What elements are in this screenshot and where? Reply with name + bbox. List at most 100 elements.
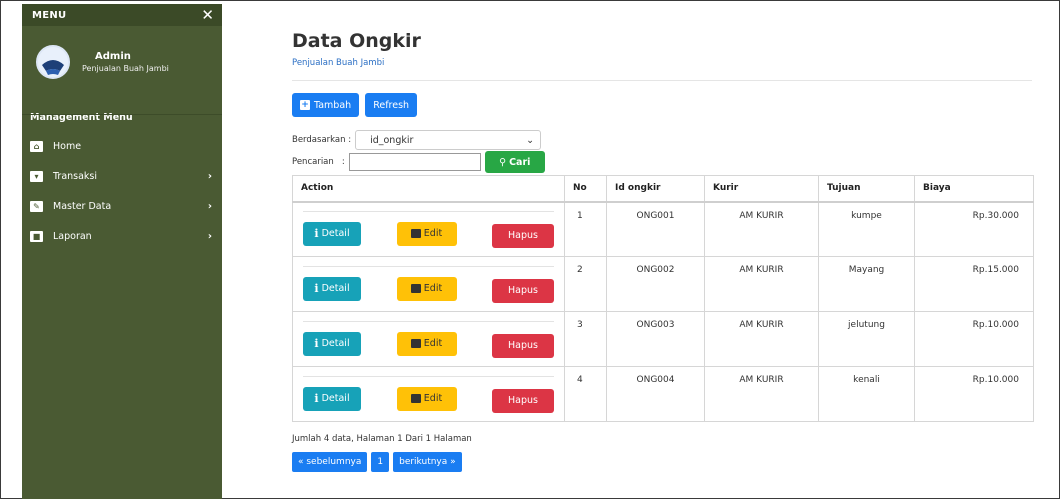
edit-button[interactable]: Edit [396,221,457,246]
search-icon: ⚲ [499,156,507,168]
sidebar-item-laporan[interactable]: ■ Laporan › [22,221,222,251]
detail-label: Detail [321,338,350,349]
info-icon: i [314,282,319,295]
edit-icon [410,339,421,348]
edit-label: Edit [423,393,443,404]
filter-by-select[interactable]: id_ongkir ⌄ [355,130,542,150]
table-row: i Detail Edit Hapus 3 ONG003 AM KURIR jel… [292,311,1034,367]
detail-button[interactable]: i Detail [303,386,361,411]
detail-label: Detail [321,283,350,294]
edit-button[interactable]: Edit [396,331,457,356]
search-input[interactable] [348,153,481,171]
edit-icon [410,229,421,239]
user-panel: Admin Penjualan Buah Jambi [22,26,222,94]
table-header-row: Action No Id ongkir Kurir Tujuan Biaya [292,175,1034,203]
edit-button[interactable]: Edit [396,386,457,411]
cell-tujuan: Mayang [818,256,915,312]
table-row: i Detail Edit Hapus 4 ONG004 AM KURIR ken… [292,366,1034,422]
edit-label: Edit [423,228,443,240]
delete-button[interactable]: Hapus [492,388,554,413]
header-no: No [564,175,607,203]
cell-id: ONG001 [606,201,705,257]
pagination-summary: Jumlah 4 data, Halaman 1 Dari 1 Halaman [292,434,472,444]
edit-label: Edit [423,283,443,294]
detail-label: Detail [321,228,350,240]
search-button-label: Cari [509,156,531,168]
cell-id: ONG002 [606,256,705,312]
sidebar: MENU ✕ Admin Penjualan Buah Jambi Manage… [22,4,222,499]
cell-no: 2 [564,256,607,312]
edit-label: Edit [423,338,443,349]
edit-icon: ✎ [30,200,43,212]
cell-id: ONG004 [606,366,705,422]
add-button[interactable]: + Tambah [292,93,360,117]
sidebar-item-label: Master Data [53,200,112,212]
filter-by-value: id_ongkir [370,134,414,146]
cell-kurir: AM KURIR [704,201,819,257]
page-subtitle: Penjualan Buah Jambi [292,58,385,68]
filter-panel: Berdasarkan : id_ongkir ⌄ Pencarian : ⚲ … [292,129,1032,173]
header-kurir: Kurir [704,175,819,203]
action-cell: i Detail Edit Hapus [292,201,565,257]
cell-biaya: Rp.30.000 [914,201,1034,257]
sidebar-item-home[interactable]: ⌂ Home [22,131,222,161]
delete-button[interactable]: Hapus [492,223,554,248]
filter-by-label: Berdasarkan : [292,135,352,145]
sidebar-item-transaksi[interactable]: ▾ Transaksi › [22,161,222,191]
chevron-right-icon: › [207,230,212,242]
ongkir-table: Action No Id ongkir Kurir Tujuan Biaya i… [292,175,1034,422]
edit-icon [410,284,421,293]
cell-no: 1 [564,201,607,257]
refresh-button[interactable]: Refresh [365,93,418,117]
cell-biaya: Rp.15.000 [914,256,1034,312]
table-row: i Detail Edit Hapus 2 ONG002 AM KURIR May… [292,256,1034,312]
cell-no: 3 [564,311,607,367]
add-button-label: Tambah [314,99,352,111]
edit-icon [410,394,421,403]
user-avatar-icon [38,47,68,77]
cell-no: 4 [564,366,607,422]
page-title: Data Ongkir [292,30,421,52]
next-page-button[interactable]: berikutnya » [393,452,462,472]
user-info: Admin Penjualan Buah Jambi [82,51,169,73]
sidebar-item-label: Home [53,140,82,152]
search-button[interactable]: ⚲ Cari [484,151,545,173]
chevron-down-icon: ⌄ [526,134,535,146]
detail-button[interactable]: i Detail [303,331,361,356]
main-content: Data Ongkir Penjualan Buah Jambi + Tamba… [292,30,1034,472]
pagination: « sebelumnya 1 berikutnya » [292,452,1032,472]
action-cell: i Detail Edit Hapus [292,366,565,422]
prev-page-button[interactable]: « sebelumnya [292,452,368,472]
sidebar-divider [22,114,222,115]
cell-kurir: AM KURIR [704,256,819,312]
user-subtitle: Penjualan Buah Jambi [82,64,169,73]
cart-icon: ▾ [30,170,43,182]
detail-button[interactable]: i Detail [303,221,361,246]
info-icon: i [314,337,319,350]
header-biaya: Biaya [914,175,1034,203]
page-1-button[interactable]: 1 [371,452,390,472]
user-name: Admin [95,51,131,62]
plus-icon: + [300,100,310,110]
header-tujuan: Tujuan [818,175,915,203]
action-cell: i Detail Edit Hapus [292,311,565,367]
search-label: Pencarian : [292,157,345,167]
detail-label: Detail [321,393,350,404]
delete-button[interactable]: Hapus [492,333,554,358]
chevron-right-icon: › [207,200,212,212]
cell-kurir: AM KURIR [704,311,819,367]
title-divider [292,80,1032,81]
cell-kurir: AM KURIR [704,366,819,422]
info-icon: i [314,227,319,241]
folder-icon: ■ [30,230,43,242]
close-icon[interactable]: ✕ [201,7,214,23]
cell-biaya: Rp.10.000 [914,366,1034,422]
cell-tujuan: kenali [818,366,915,422]
filter-by-row: Berdasarkan : id_ongkir ⌄ [292,129,1032,151]
detail-button[interactable]: i Detail [303,276,361,301]
delete-button[interactable]: Hapus [492,278,554,303]
sidebar-item-label: Laporan [53,230,92,242]
cell-tujuan: kumpe [818,201,915,257]
sidebar-item-master-data[interactable]: ✎ Master Data › [22,191,222,221]
edit-button[interactable]: Edit [396,276,457,301]
